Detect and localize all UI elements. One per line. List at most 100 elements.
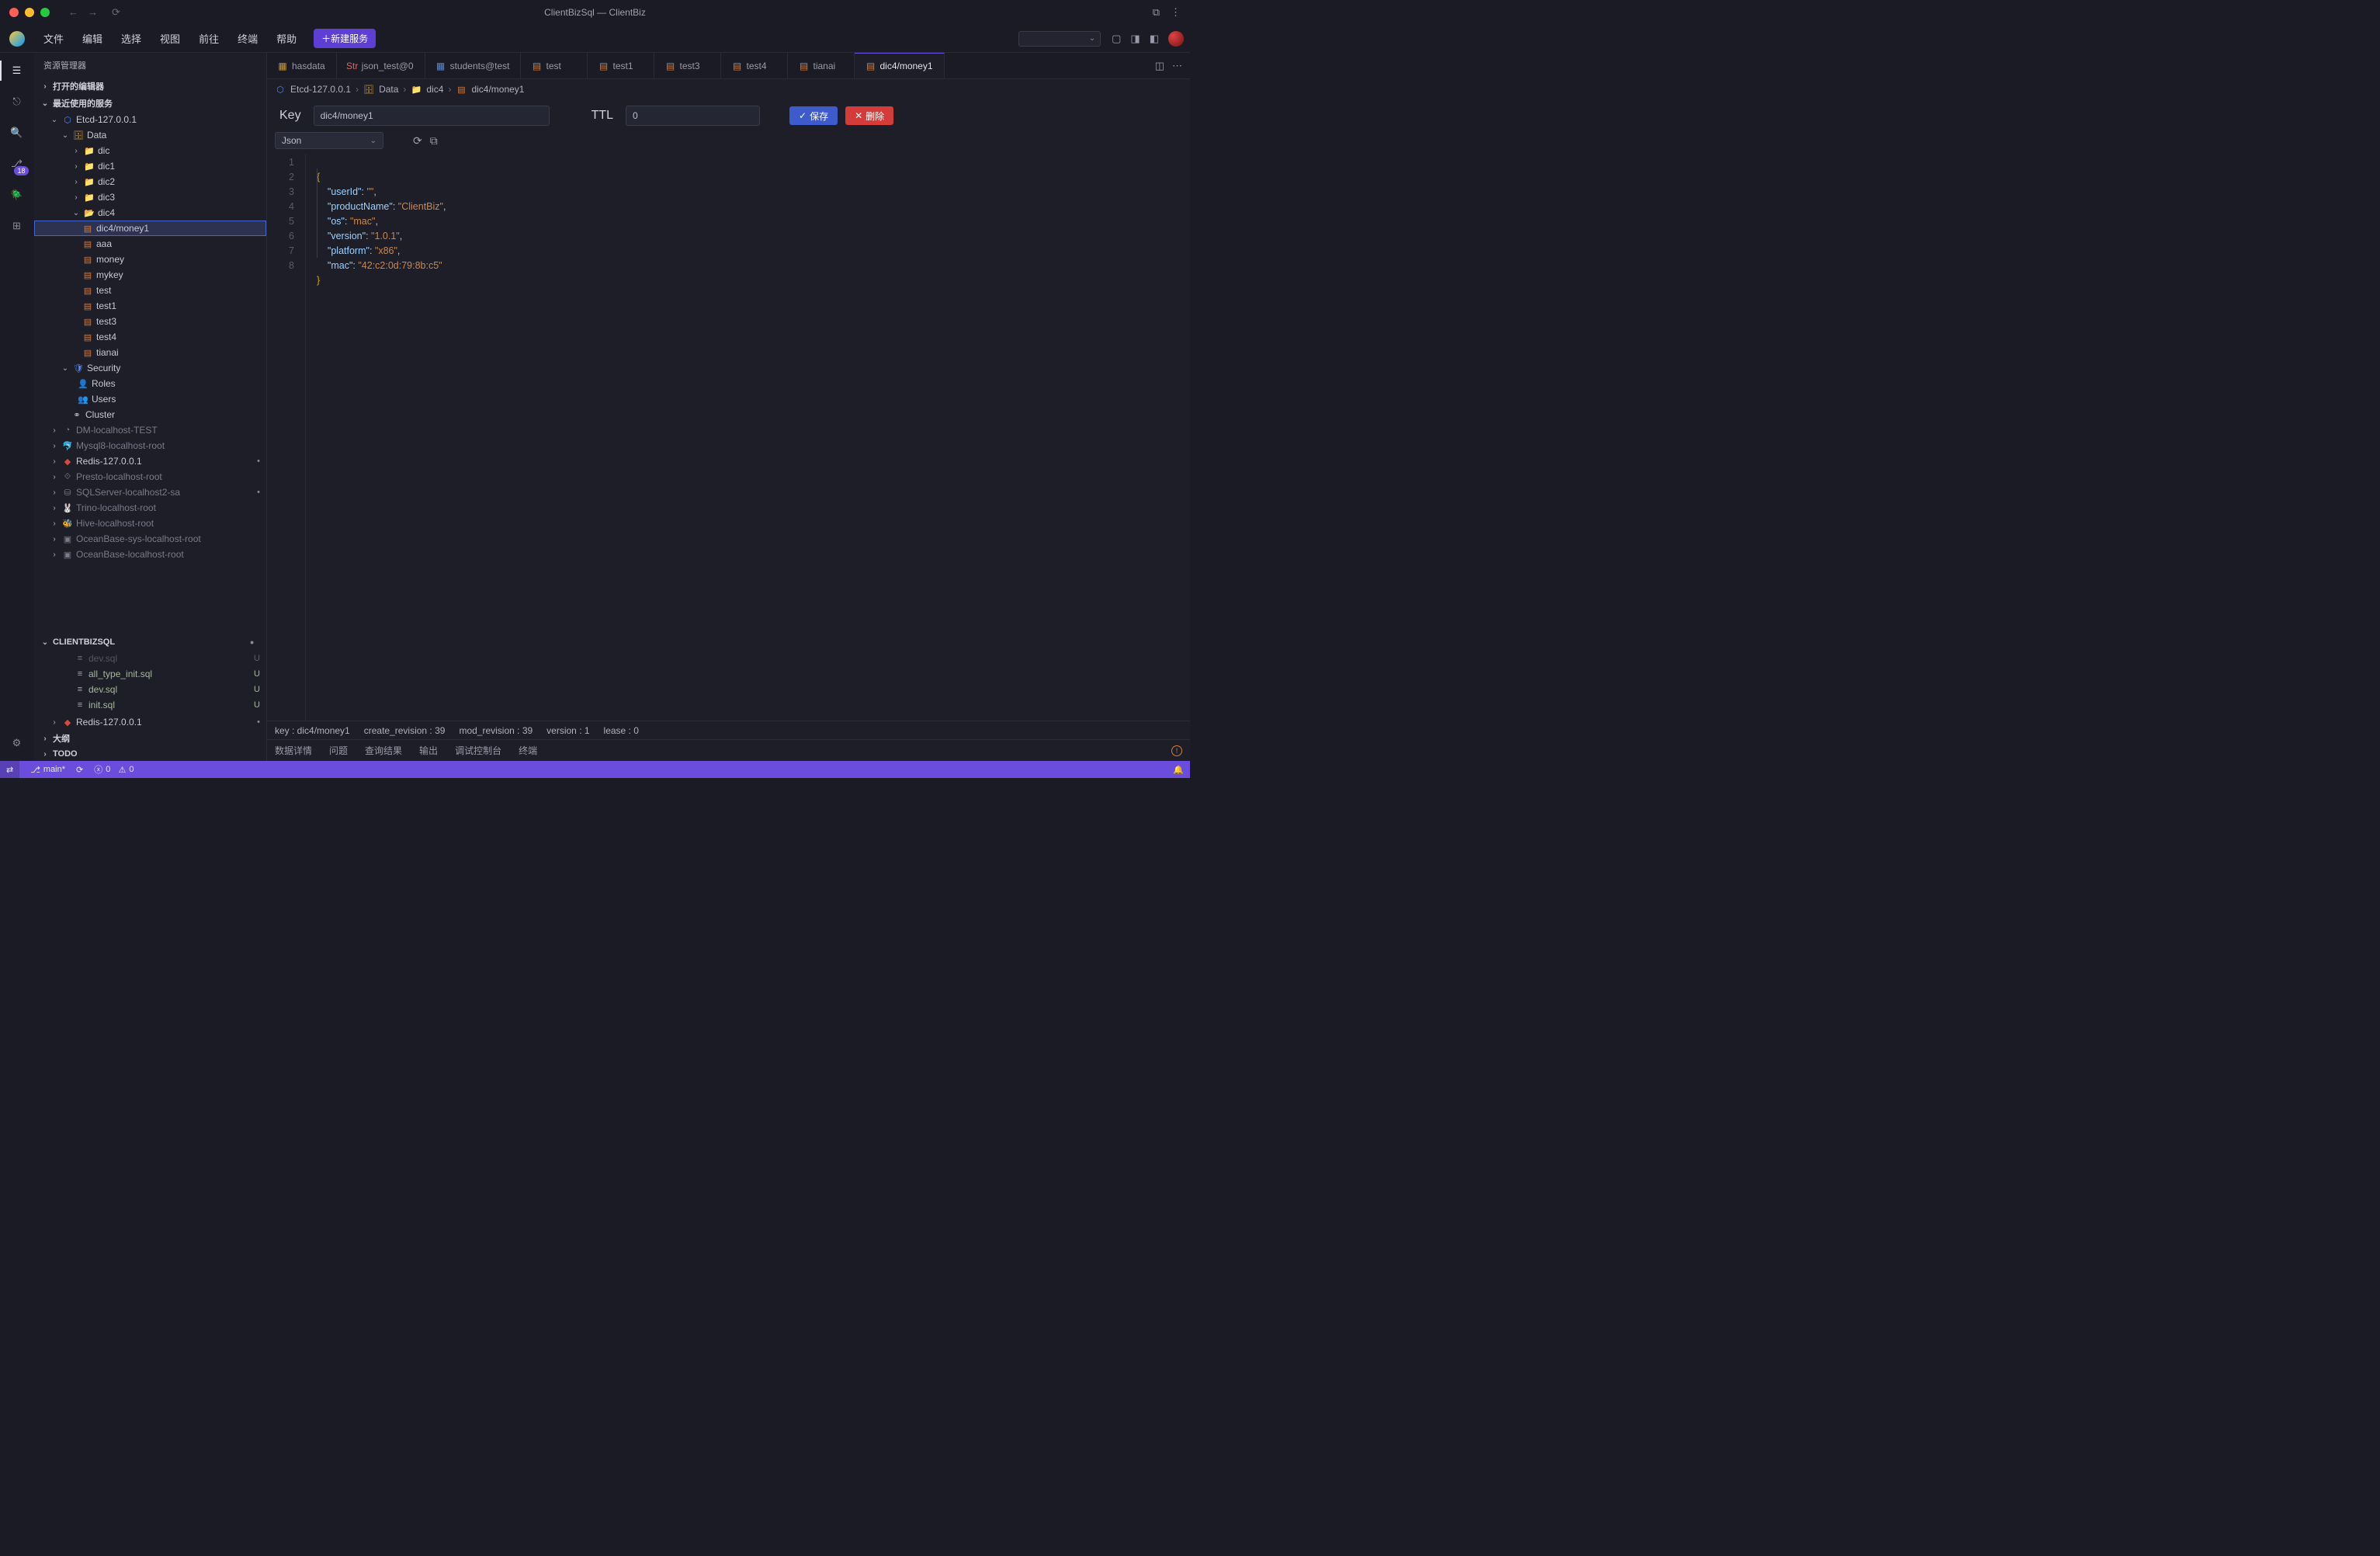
conn-dm[interactable]: ›◔DM-localhost-TEST bbox=[34, 422, 266, 438]
conn-presto[interactable]: ›⟐Presto-localhost-root bbox=[34, 469, 266, 485]
debug-icon[interactable]: 🪲 bbox=[9, 186, 26, 203]
file-test[interactable]: ▤test bbox=[34, 283, 266, 298]
tab-test1[interactable]: ▤test1 bbox=[588, 53, 654, 78]
menu-select[interactable]: 选择 bbox=[113, 28, 149, 49]
section-open-editors[interactable]: ›打开的编辑器 bbox=[34, 78, 266, 95]
node-users[interactable]: 👥Users bbox=[34, 391, 266, 407]
layout-toggle-icon[interactable]: ◧ bbox=[1150, 33, 1159, 45]
file-test3[interactable]: ▤test3 bbox=[34, 314, 266, 329]
maximize-window[interactable] bbox=[40, 8, 50, 17]
connection-icon[interactable]: ⎋ bbox=[9, 93, 26, 110]
project-redis[interactable]: ›◆Redis-127.0.0.1• bbox=[34, 714, 266, 730]
new-service-button[interactable]: ＋新建服务 bbox=[314, 29, 376, 48]
layout-panel-icon[interactable]: ▢ bbox=[1112, 33, 1121, 45]
forward-icon[interactable]: → bbox=[88, 6, 98, 19]
minimize-window[interactable] bbox=[25, 8, 34, 17]
tab-students[interactable]: ▦students@test bbox=[425, 53, 522, 78]
command-search[interactable]: ⌄ bbox=[1018, 31, 1101, 47]
tab-terminal[interactable]: 终端 bbox=[519, 744, 537, 757]
conn-trino[interactable]: ›🐰Trino-localhost-root bbox=[34, 500, 266, 516]
tab-test4[interactable]: ▤test4 bbox=[721, 53, 788, 78]
tab-problems[interactable]: 问题 bbox=[329, 744, 348, 757]
file-money[interactable]: ▤money bbox=[34, 252, 266, 267]
more-icon[interactable]: ⋮ bbox=[1171, 6, 1181, 19]
node-data[interactable]: ⌄🗄Data bbox=[34, 127, 266, 143]
folder-dic4[interactable]: ⌄📂dic4 bbox=[34, 205, 266, 221]
code-editor[interactable]: 12345678 { "userId": "", "productName": … bbox=[267, 154, 1190, 721]
notification-bell-icon[interactable]: 🔔 bbox=[1173, 765, 1184, 775]
menu-view[interactable]: 视图 bbox=[152, 28, 188, 49]
node-cluster[interactable]: ⚭Cluster bbox=[34, 407, 266, 422]
delete-button[interactable]: ✕删除 bbox=[845, 106, 893, 125]
file-money1[interactable]: ▤dic4/money1 bbox=[34, 221, 266, 236]
file-aaa[interactable]: ▤aaa bbox=[34, 236, 266, 252]
crumb-data[interactable]: Data bbox=[379, 84, 398, 95]
tab-debugconsole[interactable]: 调试控制台 bbox=[455, 744, 501, 757]
file-initsql[interactable]: ≡init.sqlU bbox=[34, 697, 266, 713]
extensions-icon[interactable]: ⊞ bbox=[9, 217, 26, 234]
avatar[interactable] bbox=[1168, 31, 1184, 47]
extension-icon[interactable]: ⧉ bbox=[1153, 6, 1160, 19]
format-select[interactable]: Json⌄ bbox=[275, 132, 383, 149]
tab-money1[interactable]: ▤dic4/money1 bbox=[855, 53, 944, 78]
layout-side-icon[interactable]: ◨ bbox=[1130, 33, 1140, 45]
tab-tianai[interactable]: ▤tianai bbox=[788, 53, 855, 78]
section-recent-services[interactable]: ⌄最近使用的服务 bbox=[34, 95, 266, 112]
refresh-icon[interactable]: ⟳ bbox=[413, 134, 422, 148]
conn-redis[interactable]: ›◆Redis-127.0.0.1• bbox=[34, 453, 266, 469]
more-tabs-icon[interactable]: ⋯ bbox=[1172, 60, 1182, 72]
conn-sqlserver[interactable]: ›⛁SQLServer-localhost2-sa• bbox=[34, 485, 266, 500]
settings-icon[interactable]: ⚙ bbox=[9, 735, 26, 752]
conn-mysql8[interactable]: ›🐬Mysql8-localhost-root bbox=[34, 438, 266, 453]
menu-file[interactable]: 文件 bbox=[36, 28, 71, 49]
file-tianai[interactable]: ▤tianai bbox=[34, 345, 266, 360]
tab-jsontest[interactable]: Strjson_test@0 bbox=[337, 53, 425, 78]
search-icon[interactable]: 🔍 bbox=[9, 124, 26, 141]
copy-icon[interactable]: ⧉ bbox=[430, 134, 438, 148]
menu-go[interactable]: 前往 bbox=[191, 28, 227, 49]
ttl-input[interactable] bbox=[626, 106, 760, 126]
file-test4[interactable]: ▤test4 bbox=[34, 329, 266, 345]
file-devsql[interactable]: ≡dev.sqlU bbox=[34, 682, 266, 697]
crumb-money1[interactable]: dic4/money1 bbox=[471, 84, 524, 95]
explorer-icon[interactable]: ☰ bbox=[9, 62, 26, 79]
folder-dic3[interactable]: ›📁dic3 bbox=[34, 189, 266, 205]
reload-icon[interactable]: ⟳ bbox=[112, 6, 120, 19]
menu-help[interactable]: 帮助 bbox=[269, 28, 304, 49]
conn-oceanbase-sys[interactable]: ›▣OceanBase-sys-localhost-root bbox=[34, 531, 266, 547]
section-outline[interactable]: ›大纲 bbox=[34, 730, 266, 747]
file-alltype[interactable]: ≡all_type_init.sqlU bbox=[34, 666, 266, 682]
source-control-icon[interactable]: ⎇18 bbox=[9, 155, 26, 172]
crumb-dic4[interactable]: dic4 bbox=[426, 84, 443, 95]
save-button[interactable]: ✓保存 bbox=[789, 106, 838, 125]
close-window[interactable] bbox=[9, 8, 19, 17]
problems-status[interactable]: ⓧ 0 ⚠ 0 bbox=[94, 763, 134, 776]
node-roles[interactable]: 👤Roles bbox=[34, 376, 266, 391]
file-devsql-0[interactable]: ≡dev.sqlU bbox=[34, 651, 266, 666]
conn-hive[interactable]: ›🐝Hive-localhost-root bbox=[34, 516, 266, 531]
key-input[interactable] bbox=[314, 106, 550, 126]
code-content[interactable]: { "userId": "", "productName": "ClientBi… bbox=[306, 154, 446, 721]
back-icon[interactable]: ← bbox=[68, 6, 78, 19]
tab-queryresult[interactable]: 查询结果 bbox=[365, 744, 402, 757]
menu-edit[interactable]: 编辑 bbox=[75, 28, 110, 49]
git-branch[interactable]: ⎇ main* bbox=[30, 765, 65, 775]
conn-oceanbase[interactable]: ›▣OceanBase-localhost-root bbox=[34, 547, 266, 562]
sync-icon[interactable]: ⟳ bbox=[76, 765, 83, 775]
crumb-etcd[interactable]: Etcd-127.0.0.1 bbox=[290, 84, 351, 95]
tab-hasdata[interactable]: ▦hasdata bbox=[267, 53, 337, 78]
folder-dic[interactable]: ›📁dic bbox=[34, 143, 266, 158]
section-todo[interactable]: ›TODO bbox=[34, 747, 266, 761]
remote-indicator[interactable]: ⇄ bbox=[0, 761, 19, 778]
warning-indicator-icon[interactable]: ! bbox=[1171, 745, 1182, 756]
menu-terminal[interactable]: 终端 bbox=[230, 28, 265, 49]
node-security[interactable]: ⌄🛡Security bbox=[34, 360, 266, 376]
file-mykey[interactable]: ▤mykey bbox=[34, 267, 266, 283]
folder-dic2[interactable]: ›📁dic2 bbox=[34, 174, 266, 189]
split-editor-icon[interactable]: ◫ bbox=[1155, 60, 1164, 72]
conn-etcd[interactable]: ⌄⬡Etcd-127.0.0.1 bbox=[34, 112, 266, 127]
tab-output[interactable]: 输出 bbox=[419, 744, 438, 757]
file-test1[interactable]: ▤test1 bbox=[34, 298, 266, 314]
tab-test3[interactable]: ▤test3 bbox=[654, 53, 721, 78]
tab-test[interactable]: ▤test bbox=[521, 53, 588, 78]
